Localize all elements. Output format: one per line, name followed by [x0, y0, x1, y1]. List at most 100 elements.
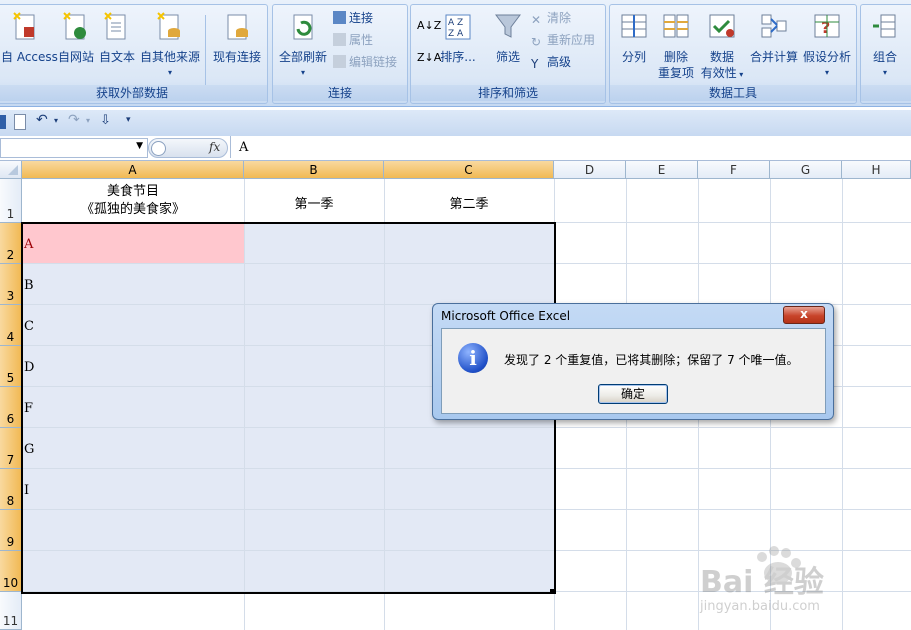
row-header-8[interactable]: 8 [0, 469, 22, 510]
watermark-brand: Bai 经验 [700, 565, 824, 600]
group-label-outline [861, 85, 911, 101]
close-icon: x [800, 307, 808, 321]
column-header-h[interactable]: H [842, 161, 911, 179]
column-header-e[interactable]: E [626, 161, 698, 179]
column-header-f[interactable]: F [698, 161, 770, 179]
dialog-body: i 发现了 2 个重复值，已将其删除；保留了 7 个唯一值。 确定 [441, 328, 826, 414]
reapply-button[interactable]: ↻ 重新应用 [531, 31, 595, 49]
new-document-icon[interactable] [14, 114, 26, 130]
properties-button[interactable]: 属性 [333, 31, 373, 49]
web-icon [63, 12, 86, 40]
column-header-a[interactable]: A [22, 161, 244, 179]
cell-a1[interactable]: 美食节目 《孤独的美食家》 [22, 183, 244, 219]
row-header-3[interactable]: 3 [0, 264, 22, 305]
dropdown-arrow-icon: ▾ [736, 70, 744, 79]
advanced-button[interactable]: Y 高级 [531, 53, 571, 71]
group-label-get-external-data: 获取外部数据 [0, 85, 267, 101]
svg-text:A Z: A Z [448, 18, 463, 28]
column-header-b[interactable]: B [244, 161, 384, 179]
fill-handle[interactable] [550, 589, 555, 594]
from-text-button[interactable]: 自文本 [97, 11, 137, 65]
row-header-7[interactable]: 7 [0, 428, 22, 469]
sort-asc-button[interactable]: A↓Z [417, 17, 441, 35]
data-validation-icon [709, 14, 735, 38]
clear-icon: ✕ [531, 13, 542, 27]
insert-function-icon[interactable]: fx [209, 140, 220, 154]
redo-dropdown-icon[interactable]: ▾ [86, 116, 90, 125]
dropdown-arrow-icon: ▾ [882, 68, 887, 77]
name-box-dropdown-icon[interactable]: ▼ [136, 141, 143, 151]
row-header-9[interactable]: 9 [0, 510, 22, 551]
separator [205, 15, 206, 85]
text-to-columns-button[interactable]: 分列 [616, 11, 652, 65]
refresh-all-button[interactable]: 全部刷新 ▾ [277, 11, 329, 81]
column-header-c[interactable]: C [384, 161, 554, 179]
cell-b1[interactable]: 第一季 [244, 193, 384, 212]
dialog-message: 发现了 2 个重复值，已将其删除；保留了 7 个唯一值。 [504, 353, 799, 367]
cell-a4[interactable]: C [24, 319, 34, 334]
group-label-sort-filter: 排序和筛选 [411, 85, 605, 101]
sort-desc-icon: Z↓A [417, 51, 442, 64]
group-label-connections: 连接 [273, 85, 407, 101]
group-button[interactable]: 组合 ▾ [867, 11, 903, 81]
row-header-6[interactable]: 6 [0, 387, 22, 428]
save-icon[interactable] [0, 115, 6, 129]
text-to-columns-icon [621, 14, 647, 38]
clear-button[interactable]: ✕ 清除 [531, 9, 571, 27]
formula-input[interactable]: A [230, 136, 911, 158]
cell-a5[interactable]: D [24, 360, 34, 375]
dropdown-arrow-icon: ▾ [300, 68, 305, 77]
refresh-icon [293, 14, 313, 40]
close-button[interactable]: x [783, 306, 825, 324]
cell-a7[interactable]: G [24, 442, 34, 457]
quick-access-toolbar: ↶ ▾ ↷ ▾ ⇩ ▾ [0, 110, 911, 137]
from-other-sources-button[interactable]: 自其他来源 ▾ [139, 11, 201, 81]
cell-a8[interactable]: I [24, 483, 29, 498]
cell-a6[interactable]: F [24, 401, 33, 416]
connections-button[interactable]: 连接 [333, 9, 373, 27]
remove-duplicates-icon [663, 14, 689, 38]
row-header-1[interactable]: 1 [0, 179, 22, 223]
cell-a2[interactable]: A [24, 237, 33, 252]
row-header-10[interactable]: 10 [0, 551, 22, 592]
data-validation-button[interactable]: 数据 有效性 ▾ [698, 11, 746, 83]
existing-connections-icon [227, 14, 248, 40]
ok-button[interactable]: 确定 [598, 384, 668, 404]
dropdown-arrow-icon: ▾ [824, 68, 829, 77]
baidu-watermark: Bai 经验 jingyan.baidu.com [700, 535, 900, 625]
column-header-d[interactable]: D [554, 161, 626, 179]
watermark-url: jingyan.baidu.com [700, 599, 820, 614]
row-header-5[interactable]: 5 [0, 346, 22, 387]
reapply-icon: ↻ [531, 35, 542, 49]
cell-c1[interactable]: 第二季 [384, 193, 554, 212]
select-all-corner[interactable] [0, 161, 22, 179]
group-data-tools: 分列 删除 重复项 数据 有效性 ▾ 合并计算 ? 假设分析 ▾ 数据工具 [609, 4, 857, 104]
expand-circle-icon[interactable] [151, 141, 166, 156]
filter-button[interactable]: 筛选 [489, 11, 527, 65]
row-header-11[interactable]: 11 [0, 592, 22, 630]
text-file-icon [104, 12, 126, 40]
remove-duplicates-button[interactable]: 删除 重复项 [654, 11, 698, 81]
row-header-2[interactable]: 2 [0, 223, 22, 264]
access-icon [13, 12, 35, 40]
edit-links-button[interactable]: 编辑链接 [333, 53, 397, 71]
cell-a3[interactable]: B [24, 278, 34, 293]
column-header-g[interactable]: G [770, 161, 842, 179]
consolidate-button[interactable]: 合并计算 [748, 11, 800, 65]
row-header-4[interactable]: 4 [0, 305, 22, 346]
group-rows-icon [873, 14, 896, 38]
dialog-title: Microsoft Office Excel [441, 309, 571, 323]
qat-more-icon[interactable]: ▾ [126, 115, 131, 125]
sort-button[interactable]: A ZZ A 排序... [439, 11, 477, 65]
undo-icon[interactable]: ↶ [36, 112, 48, 128]
sort-desc-button[interactable]: Z↓A [417, 49, 441, 67]
from-access-button[interactable]: 自 Access [1, 11, 58, 65]
undo-dropdown-icon[interactable]: ▾ [54, 116, 58, 125]
existing-connections-button[interactable]: 现有连接 [211, 11, 263, 65]
from-web-button[interactable]: 自网站 [55, 11, 97, 65]
redo-icon[interactable]: ↷ [68, 112, 80, 128]
customize-icon[interactable]: ⇩ [100, 113, 111, 128]
what-if-analysis-button[interactable]: ? 假设分析 ▾ [800, 11, 854, 81]
name-box[interactable]: ▼ [0, 138, 148, 158]
group-outline: 组合 ▾ [860, 4, 911, 104]
